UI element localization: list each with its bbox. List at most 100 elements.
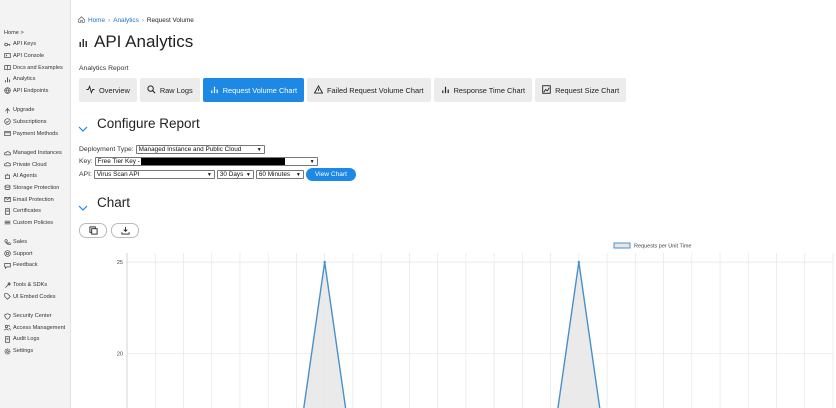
tab-raw-logs[interactable]: Raw Logs xyxy=(139,78,200,102)
sidebar-item-label: Custom Policies xyxy=(13,219,54,226)
sidebar-item-tools-sdks[interactable]: Tools & SDKs xyxy=(0,279,70,291)
data-point xyxy=(323,260,326,264)
tab-label: Request Size Chart xyxy=(555,85,620,95)
sidebar-item-email-protection[interactable]: Email Protection xyxy=(0,194,70,206)
sidebar-groups: API Keys API Console Docs and Examples Anal… xyxy=(0,39,70,357)
sidebar-item-docs-and-examples[interactable]: Docs and Examples xyxy=(0,62,70,74)
analytics-report-label: Analytics Report xyxy=(79,65,129,72)
tab-request-volume-chart[interactable]: Request Volume Chart xyxy=(202,78,305,102)
sidebar-item-managed-instances[interactable]: Managed Instances xyxy=(0,147,70,159)
sidebar-item-ui-embed-codes[interactable]: UI Embed Codes xyxy=(0,291,70,303)
key-row: Key: Free Tier Key - ▼ xyxy=(79,157,318,166)
bar-chart-icon xyxy=(441,85,450,96)
request-volume-chart: 25 20 Requests per Unit Time xyxy=(117,242,834,408)
sidebar-item-label: Certificates xyxy=(13,208,41,215)
sidebar-item-label: API Console xyxy=(13,52,45,59)
sidebar-item-access-management[interactable]: Access Management xyxy=(0,322,70,334)
sidebar-item-analytics[interactable]: Analytics xyxy=(0,73,70,85)
copy-icon xyxy=(88,226,98,235)
breadcrumb-separator: › xyxy=(108,17,111,24)
api-label: API: xyxy=(79,171,92,178)
sidebar-item-certificates[interactable]: Certificates xyxy=(0,205,70,217)
tab-label: Overview xyxy=(99,85,130,95)
bar-chart-icon xyxy=(79,32,88,52)
bar-chart-icon xyxy=(210,85,219,96)
sidebar-divider xyxy=(0,302,70,310)
support-icon xyxy=(4,250,11,258)
tab-overview[interactable]: Overview xyxy=(79,78,137,102)
sidebar-item-custom-policies[interactable]: Custom Policies xyxy=(0,217,70,229)
sidebar-item-label: Feedback xyxy=(13,262,38,269)
globe-icon xyxy=(4,87,11,95)
cloud-icon xyxy=(4,150,11,157)
sidebar-item-label: Tools & SDKs xyxy=(13,282,48,289)
subscriptions-icon xyxy=(4,118,11,126)
sidebar-item-label: API Endpoints xyxy=(13,87,49,94)
policies-icon xyxy=(4,219,11,226)
api-select[interactable]: Virus Scan API ▼ xyxy=(93,170,215,179)
sidebar-home-link[interactable]: Home > xyxy=(0,27,70,39)
sidebar-item-label: Managed Instances xyxy=(13,150,62,157)
certificate-icon xyxy=(4,207,11,215)
tab-failed-request-volume-chart[interactable]: Failed Request Volume Chart xyxy=(307,78,431,102)
sidebar-item-feedback[interactable]: Feedback xyxy=(0,260,70,272)
tab-label: Response Time Chart xyxy=(453,85,526,95)
copy-chart-button[interactable] xyxy=(79,223,107,238)
sidebar-item-label: Payment Methods xyxy=(13,130,59,137)
sidebar-item-support[interactable]: Support xyxy=(0,248,70,260)
tab-request-size-chart[interactable]: Request Size Chart xyxy=(535,78,627,102)
y-tick-label: 25 xyxy=(117,260,123,266)
key-value: Free Tier Key - xyxy=(97,158,140,165)
series-area xyxy=(303,262,346,408)
chevron-down-icon[interactable] xyxy=(78,126,88,132)
sidebar-item-settings[interactable]: Settings xyxy=(0,345,70,357)
sidebar-item-upgrade[interactable]: Upgrade xyxy=(0,105,70,117)
storage-icon xyxy=(4,184,11,191)
chevron-down-icon: ▼ xyxy=(206,171,212,178)
view-chart-button[interactable]: View Chart xyxy=(305,168,356,181)
sidebar-item-label: API Keys xyxy=(13,41,37,48)
sidebar-item-ai-agents[interactable]: AI Agents xyxy=(0,171,70,183)
sidebar-item-audit-logs[interactable]: Audit Logs xyxy=(0,334,70,346)
legend-label: Requests per Unit Time xyxy=(634,244,691,250)
range-select[interactable]: 30 Days ▼ xyxy=(216,170,254,179)
sidebar-item-label: Access Management xyxy=(13,324,66,331)
tools-icon xyxy=(4,281,11,289)
mail-icon xyxy=(4,196,11,203)
interval-select[interactable]: 60 Minutes ▼ xyxy=(255,170,304,179)
breadcrumb-home[interactable]: Home xyxy=(88,17,105,24)
data-point xyxy=(577,260,581,264)
sidebar-item-label: Subscriptions xyxy=(13,118,47,125)
sidebar-item-storage-protection[interactable]: Storage Protection xyxy=(0,182,70,194)
breadcrumb-analytics[interactable]: Analytics xyxy=(113,17,139,24)
sidebar-item-subscriptions[interactable]: Subscriptions xyxy=(0,116,70,128)
key-label: Key: xyxy=(79,158,93,165)
sidebar-item-api-endpoints[interactable]: API Endpoints xyxy=(0,85,70,97)
tab-response-time-chart[interactable]: Response Time Chart xyxy=(433,78,533,102)
download-chart-button[interactable] xyxy=(111,223,139,238)
sidebar-item-payment-methods[interactable]: Payment Methods xyxy=(0,128,70,140)
private-cloud-icon xyxy=(4,161,11,168)
sidebar-item-sales[interactable]: Sales xyxy=(0,237,70,249)
sidebar-item-label: Email Protection xyxy=(13,196,54,203)
home-icon xyxy=(78,16,85,25)
deployment-label: Deployment Type: xyxy=(79,146,134,153)
deployment-select[interactable]: Managed Instance and Public Cloud ▼ xyxy=(135,145,265,154)
key-select[interactable]: Free Tier Key - ▼ xyxy=(94,157,318,166)
sidebar-item-api-console[interactable]: API Console xyxy=(0,50,70,62)
search-icon xyxy=(147,84,156,96)
sidebar-item-label: Storage Protection xyxy=(13,184,60,191)
sidebar-item-security-center[interactable]: Security Center xyxy=(0,310,70,322)
deployment-row: Deployment Type: Managed Instance and Pu… xyxy=(79,145,265,154)
log-icon xyxy=(4,336,11,343)
sidebar-item-api-keys[interactable]: API Keys xyxy=(0,39,70,51)
chevron-down-icon[interactable] xyxy=(78,205,88,211)
sidebar-item-label: Security Center xyxy=(13,313,52,320)
feedback-icon xyxy=(4,262,11,269)
sidebar-item-private-cloud[interactable]: Private Cloud xyxy=(0,159,70,171)
api-row: API: Virus Scan API ▼ 30 Days ▼ 60 Minutes… xyxy=(79,168,356,181)
upgrade-icon xyxy=(4,107,11,114)
series-area xyxy=(557,262,600,408)
download-icon xyxy=(120,226,130,235)
gear-icon xyxy=(4,348,11,355)
